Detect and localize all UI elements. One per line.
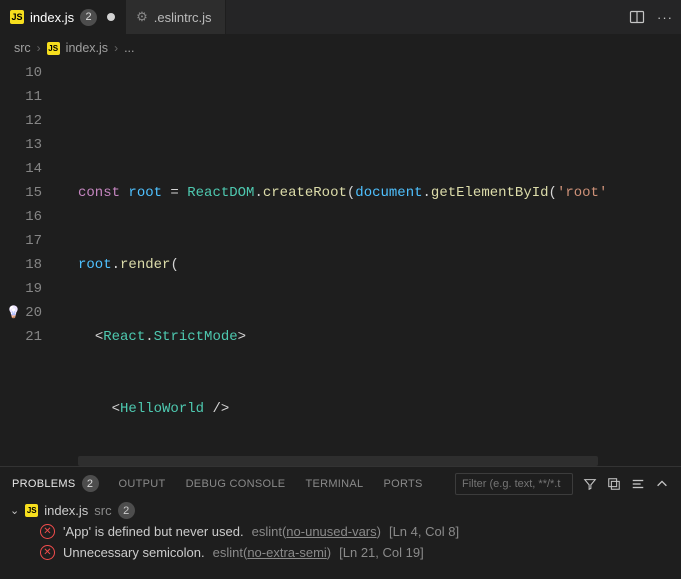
error-icon: ✕ [40, 545, 55, 560]
chevron-up-icon[interactable] [655, 477, 669, 491]
gear-icon: ⚙ [136, 9, 148, 25]
editor-tabs-bar: JS index.js 2 ⚙ .eslintrc.js ··· [0, 0, 681, 35]
problem-location: [Ln 21, Col 19] [339, 545, 424, 560]
problems-list: ⌄ JS index.js src 2 ✕ 'App' is defined b… [0, 500, 681, 579]
js-file-icon: JS [10, 10, 24, 24]
horizontal-scrollbar[interactable] [78, 456, 598, 466]
js-file-icon: JS [25, 504, 38, 517]
file-path: src [94, 503, 111, 518]
tab-error-badge: 2 [80, 9, 97, 26]
breadcrumb[interactable]: src › JS index.js › ... [0, 35, 681, 61]
problem-location: [Ln 4, Col 8] [389, 524, 459, 539]
line-number-gutter: 10111213 14151617 18192021 [0, 61, 58, 466]
eslint-rule-link[interactable]: no-unused-vars [286, 524, 376, 539]
breadcrumb-folder: src [14, 41, 31, 55]
error-icon: ✕ [40, 524, 55, 539]
problem-item[interactable]: ✕ 'App' is defined but never used. eslin… [0, 521, 681, 542]
code-content[interactable]: const root = ReactDOM.createRoot(documen… [62, 61, 681, 466]
problems-filter-input[interactable] [455, 473, 573, 495]
split-editor-icon[interactable] [629, 9, 645, 25]
breadcrumb-file: index.js [66, 41, 108, 55]
js-file-icon: JS [47, 42, 60, 55]
problem-source: eslint(no-extra-semi) [213, 545, 332, 560]
more-actions-icon[interactable]: ··· [657, 10, 673, 25]
filter-icon[interactable] [583, 477, 597, 491]
tab-label: index.js [30, 10, 74, 25]
unsaved-dot-icon [107, 13, 115, 21]
chevron-right-icon: › [114, 41, 118, 55]
problem-source: eslint(no-unused-vars) [252, 524, 381, 539]
panel-tab-terminal[interactable]: TERMINAL [305, 478, 363, 490]
panel-tab-output[interactable]: OUTPUT [119, 478, 166, 490]
problems-file-group[interactable]: ⌄ JS index.js src 2 [0, 500, 681, 521]
panel-tabs: PROBLEMS 2 OUTPUT DEBUG CONSOLE TERMINAL… [0, 467, 681, 500]
eslint-rule-link[interactable]: no-extra-semi [247, 545, 326, 560]
chevron-right-icon: › [37, 41, 41, 55]
file-error-badge: 2 [118, 502, 135, 519]
tab-index-js[interactable]: JS index.js 2 [0, 0, 126, 34]
view-as-list-icon[interactable] [631, 477, 645, 491]
code-editor[interactable]: 10111213 14151617 18192021 const root = … [0, 61, 681, 466]
problems-count-badge: 2 [82, 475, 99, 492]
problem-item[interactable]: ✕ Unnecessary semicolon. eslint(no-extra… [0, 542, 681, 563]
bottom-panel: PROBLEMS 2 OUTPUT DEBUG CONSOLE TERMINAL… [0, 466, 681, 579]
tab-eslintrc[interactable]: ⚙ .eslintrc.js [126, 0, 226, 34]
tab-actions: ··· [629, 0, 681, 34]
breadcrumb-trail: ... [124, 41, 134, 55]
panel-tab-problems[interactable]: PROBLEMS 2 [12, 475, 99, 492]
problem-message: 'App' is defined but never used. [63, 524, 244, 539]
chevron-down-icon: ⌄ [10, 504, 19, 517]
panel-tab-ports[interactable]: PORTS [383, 478, 422, 490]
tab-label: .eslintrc.js [154, 10, 212, 25]
panel-tab-debug-console[interactable]: DEBUG CONSOLE [186, 478, 286, 490]
collapse-all-icon[interactable] [607, 477, 621, 491]
file-name: index.js [44, 503, 88, 518]
problem-message: Unnecessary semicolon. [63, 545, 205, 560]
